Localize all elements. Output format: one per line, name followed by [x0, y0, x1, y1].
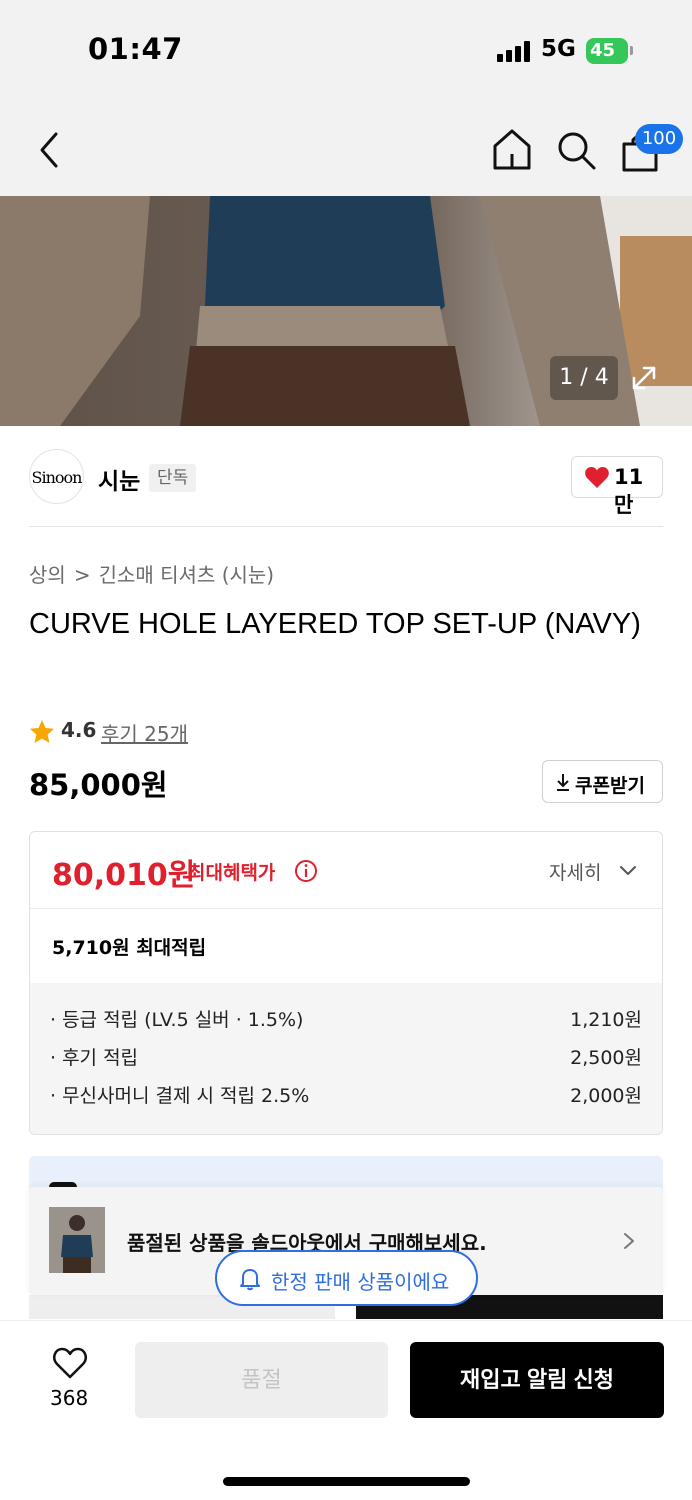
status-bar: 01:47 5G 45 — [0, 0, 692, 100]
points-row: · 무신사머니 결제 시 적립 2.5% 2,000원 — [30, 1081, 662, 1119]
breadcrumb-separator: > — [73, 563, 91, 587]
points-total: 5,710원 최대적립 — [52, 937, 207, 959]
coupon-button[interactable]: 쿠폰받기 — [542, 760, 663, 803]
detail-toggle[interactable]: 자세히 — [549, 858, 601, 885]
points-label: · 등급 적립 (LV.5 실버 · 1.5%) — [50, 1009, 304, 1031]
max-benefit-label: 최대혜택가 — [188, 862, 276, 884]
exclusive-tag: 단독 — [149, 464, 197, 492]
chevron-right-icon — [624, 1233, 634, 1249]
brand-name[interactable]: 시눈 — [98, 462, 140, 496]
points-amount: 2,000원 — [570, 1085, 642, 1107]
network-label: 5G — [541, 36, 576, 62]
nav-bar — [0, 100, 692, 196]
divider — [30, 908, 662, 909]
brand-like-button[interactable]: 11만 — [571, 456, 663, 517]
download-icon — [557, 774, 569, 791]
bell-icon — [240, 1269, 260, 1291]
limited-sale-pill[interactable]: 한정 판매 상품이에요 — [215, 1250, 478, 1306]
coupon-label: 쿠폰받기 — [575, 776, 645, 797]
divider — [29, 526, 663, 527]
breadcrumb-category[interactable]: 상의 — [29, 563, 66, 587]
image-counter: 1 / 4 — [550, 356, 618, 400]
chevron-down-icon[interactable] — [618, 863, 638, 879]
restock-alert-button[interactable]: 재입고 알림 신청 — [410, 1342, 664, 1418]
home-icon[interactable] — [490, 126, 534, 172]
points-row: · 등급 적립 (LV.5 실버 · 1.5%) 1,210원 — [30, 1005, 662, 1043]
breadcrumb-subcategory[interactable]: 긴소매 티셔츠 (시눈) — [99, 563, 275, 587]
product-title: CURVE HOLE LAYERED TOP SET-UP (NAVY) — [29, 608, 641, 640]
star-icon — [30, 720, 54, 743]
cart-badge: 100 — [635, 124, 683, 154]
review-link[interactable]: 후기 25개 — [101, 718, 188, 747]
product-price: 85,000원 — [29, 768, 168, 802]
limited-sale-text: 한정 판매 상품이에요 — [271, 1270, 450, 1294]
points-amount: 1,210원 — [570, 1009, 642, 1031]
brand-logo[interactable]: Sinoon — [29, 449, 84, 504]
max-benefit-price: 80,010원 — [52, 858, 196, 893]
benefit-box: 80,010원 최대혜택가 자세히 5,710원 최대적립 · 등급 적립 (L… — [29, 831, 663, 1135]
back-icon[interactable] — [30, 128, 70, 172]
expand-icon[interactable] — [626, 360, 662, 396]
status-time: 01:47 — [88, 32, 183, 66]
battery-tip — [630, 46, 633, 55]
signal-icon — [497, 40, 533, 62]
heart-outline-icon[interactable] — [52, 1346, 88, 1380]
search-icon[interactable] — [554, 128, 598, 172]
rating-value: 4.6 — [61, 718, 97, 742]
wish-count: 368 — [50, 1386, 89, 1410]
points-amount: 2,500원 — [570, 1047, 642, 1069]
soldout-button: 품절 — [135, 1342, 388, 1418]
info-icon[interactable] — [294, 859, 318, 883]
heart-icon — [585, 467, 609, 488]
battery-icon: 45 — [586, 38, 628, 64]
home-indicator — [223, 1477, 470, 1486]
points-row: · 후기 적립 2,500원 — [30, 1043, 662, 1081]
points-list: · 등급 적립 (LV.5 실버 · 1.5%) 1,210원 · 후기 적립 … — [30, 983, 662, 1134]
breadcrumb: 상의 > 긴소매 티셔츠 (시눈) — [29, 559, 274, 588]
like-count: 11만 — [614, 465, 644, 517]
points-label: · 무신사머니 결제 시 적립 2.5% — [50, 1085, 310, 1107]
soldout-thumbnail — [49, 1207, 105, 1273]
points-label: · 후기 적립 — [50, 1047, 139, 1069]
